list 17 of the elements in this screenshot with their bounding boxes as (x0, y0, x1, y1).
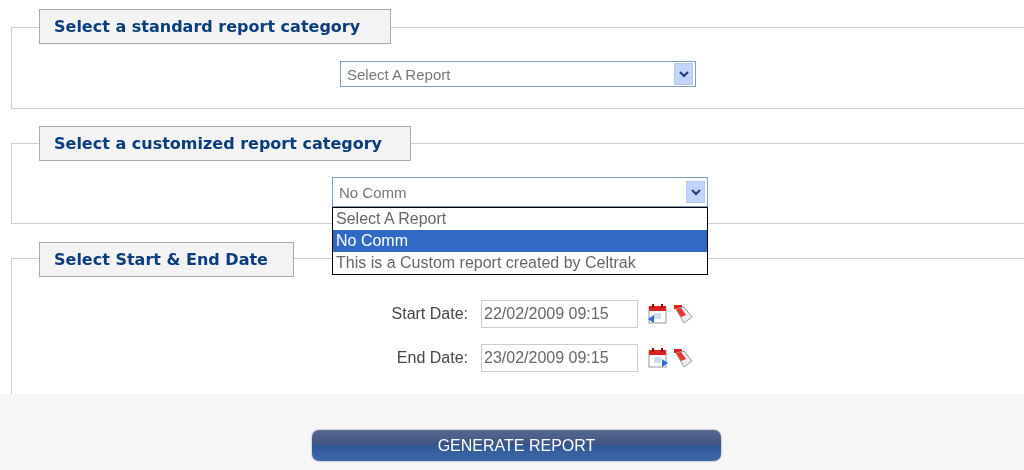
generate-report-button[interactable]: GENERATE REPORT (312, 430, 721, 461)
section-title: Select Start & End Date (39, 242, 294, 277)
eraser-icon[interactable] (672, 347, 694, 369)
dropdown-option[interactable]: This is a Custom report created by Celtrak (333, 252, 707, 274)
calendar-icon[interactable] (647, 303, 669, 325)
section-title: Select a standard report category (39, 9, 391, 44)
dropdown-option[interactable]: No Comm (333, 230, 707, 252)
calendar-icon[interactable] (647, 347, 669, 369)
section-title: Select a customized report category (39, 126, 411, 161)
date-field[interactable]: 22/02/2009 09:15 (481, 300, 638, 328)
date-label: Start Date: (390, 305, 468, 323)
date-label: End Date: (395, 349, 468, 367)
report-select[interactable]: No Comm (332, 177, 708, 207)
date-field[interactable]: 23/02/2009 09:15 (481, 344, 638, 372)
dropdown-option[interactable]: Select A Report (333, 208, 707, 230)
report-select[interactable]: Select A Report (340, 61, 696, 87)
eraser-icon[interactable] (672, 303, 694, 325)
